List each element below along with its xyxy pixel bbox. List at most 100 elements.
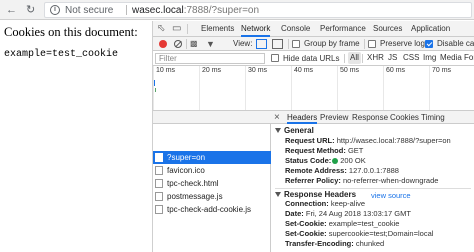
- group-by-frame-checkbox[interactable]: [292, 40, 300, 48]
- page-heading: Cookies on this document:: [4, 25, 138, 39]
- filter-type-all[interactable]: All: [348, 52, 361, 64]
- tab-performance[interactable]: Performance: [320, 21, 366, 37]
- header-value: example=test_cookie: [328, 219, 400, 228]
- tab-sources[interactable]: Sources: [373, 21, 402, 37]
- header-row: Remote Address: 127.0.0.1:7888: [285, 166, 399, 176]
- devtools-panel: ⬁ ▭ Elements Network Console Performance…: [153, 21, 474, 252]
- omnibox[interactable]: i Not secure wasec.local:7888/?super=on: [44, 2, 472, 18]
- request-name: tpc-check-add-cookie.js: [167, 205, 252, 214]
- header-row: Date: Fri, 24 Aug 2018 13:03:17 GMT: [285, 209, 411, 219]
- omnibox-divider: [126, 5, 127, 15]
- document-icon: [155, 205, 163, 214]
- filter-type-xhr[interactable]: XHR: [366, 52, 385, 64]
- header-row: Connection: keep-alive: [285, 199, 365, 209]
- header-value: http://wasec.local:7888/?super=on: [336, 136, 451, 145]
- timeline-tick: 10 ms: [156, 67, 176, 74]
- header-key: Set-Cookie:: [285, 229, 327, 238]
- tab-network[interactable]: Network: [241, 21, 271, 37]
- details-tabbar: × Headers Preview Response Cookies Timin…: [271, 111, 474, 124]
- header-value: keep-alive: [330, 199, 366, 208]
- header-row: Transfer-Encoding: chunked: [285, 239, 384, 249]
- clear-icon[interactable]: [174, 40, 182, 48]
- reload-icon[interactable]: ↻: [26, 3, 35, 17]
- timeline-tick: 50 ms: [340, 67, 360, 74]
- filter-divider: [344, 54, 345, 63]
- tab-preview[interactable]: Preview: [320, 111, 348, 124]
- hide-data-urls-label: Hide data URLs: [283, 54, 340, 63]
- disable-cache-checkbox[interactable]: [425, 40, 433, 48]
- tab-response[interactable]: Response: [352, 111, 388, 124]
- toolbar-divider: [186, 39, 187, 49]
- preserve-log-checkbox[interactable]: [368, 40, 376, 48]
- header-key: Set-Cookie:: [285, 219, 327, 228]
- page-viewport: Cookies on this document: example=test_c…: [0, 21, 153, 252]
- url-text[interactable]: wasec.local:7888/?super=on: [132, 4, 259, 17]
- header-row: Status Code: 200 OK: [285, 156, 366, 166]
- section-title: Response Headers: [284, 190, 357, 199]
- request-row[interactable]: postmessage.js: [153, 190, 271, 203]
- timeline-tick: 60 ms: [386, 67, 406, 74]
- overview-icon[interactable]: [272, 39, 283, 49]
- timeline-tick: 40 ms: [294, 67, 314, 74]
- url-host: wasec.local: [132, 5, 184, 16]
- security-status: Not secure: [65, 5, 114, 16]
- filter-type-img[interactable]: Img: [422, 52, 437, 64]
- device-toolbar-icon[interactable]: ▭: [172, 21, 181, 37]
- general-section-toggle[interactable]: General: [275, 126, 314, 135]
- header-key: Connection:: [285, 199, 329, 208]
- header-value: GET: [347, 146, 364, 155]
- header-key: Transfer-Encoding:: [285, 239, 354, 248]
- header-key: Remote Address:: [285, 166, 347, 175]
- url-path: :7888/?super=on: [183, 5, 260, 16]
- header-value: supercookie=test;Domain=local: [328, 229, 434, 238]
- filter-icon[interactable]: ▼: [206, 38, 215, 50]
- header-value: 200 OK: [340, 156, 366, 165]
- filter-type-js[interactable]: JS: [387, 52, 398, 64]
- timeline-bar: [155, 88, 156, 92]
- view-source-link[interactable]: view source: [371, 191, 411, 200]
- arrow-left-icon[interactable]: ←: [6, 3, 17, 17]
- info-icon[interactable]: i: [50, 5, 60, 15]
- large-rows-icon[interactable]: [256, 39, 267, 49]
- filter-input[interactable]: [155, 53, 265, 64]
- address-bar: ← ↻ i Not secure wasec.local:7888/?super…: [0, 0, 474, 20]
- filter-type-css[interactable]: CSS: [402, 52, 420, 64]
- filter-row: Hide data URLs All XHR JS CSS Img Media …: [153, 51, 474, 66]
- request-row[interactable]: favicon.ico: [153, 164, 271, 177]
- expand-triangle-icon: [275, 128, 281, 134]
- header-value: Fri, 24 Aug 2018 13:03:17 GMT: [305, 209, 411, 218]
- toolbar-divider: [364, 39, 365, 49]
- document-icon: [155, 153, 163, 162]
- timeline-tick: 20 ms: [202, 67, 222, 74]
- header-value: chunked: [355, 239, 385, 248]
- tab-console[interactable]: Console: [281, 21, 310, 37]
- close-icon[interactable]: ×: [274, 111, 280, 124]
- section-title: General: [284, 126, 314, 135]
- header-row: Request URL: http://wasec.local:7888/?su…: [285, 136, 451, 146]
- header-key: Request Method:: [285, 146, 346, 155]
- header-row: Set-Cookie: example=test_cookie: [285, 219, 399, 229]
- response-headers-section-toggle[interactable]: Response Headers view source: [275, 188, 471, 200]
- tab-headers[interactable]: Headers: [287, 111, 318, 124]
- request-row[interactable]: tpc-check-add-cookie.js: [153, 203, 271, 216]
- hide-data-urls-checkbox[interactable]: [271, 54, 279, 62]
- request-row[interactable]: tpc-check.html: [153, 177, 271, 190]
- filter-type-media[interactable]: Media: [439, 52, 463, 64]
- camera-icon[interactable]: ▩: [190, 39, 198, 49]
- filter-type-font[interactable]: Font: [463, 52, 474, 64]
- record-icon[interactable]: [159, 40, 167, 48]
- filter-divider: [362, 54, 363, 63]
- header-row: Referrer Policy: no-referrer-when-downgr…: [285, 176, 438, 186]
- tab-application[interactable]: Application: [411, 21, 450, 37]
- network-overview[interactable]: 10 ms 20 ms 30 ms 40 ms 50 ms 60 ms 70 m…: [153, 66, 474, 111]
- preserve-log-label: Preserve log: [380, 39, 425, 48]
- tabbar-divider: [187, 24, 188, 34]
- header-row: Request Method: GET: [285, 146, 363, 156]
- expand-triangle-icon: [275, 192, 281, 198]
- inspect-element-icon[interactable]: ⬁: [157, 21, 165, 37]
- tab-elements[interactable]: Elements: [201, 21, 234, 37]
- tab-timing[interactable]: Timing: [421, 111, 445, 124]
- header-value: no-referrer-when-downgrade: [342, 176, 439, 185]
- tab-cookies[interactable]: Cookies: [390, 111, 419, 124]
- request-row[interactable]: ?super=on: [153, 151, 271, 164]
